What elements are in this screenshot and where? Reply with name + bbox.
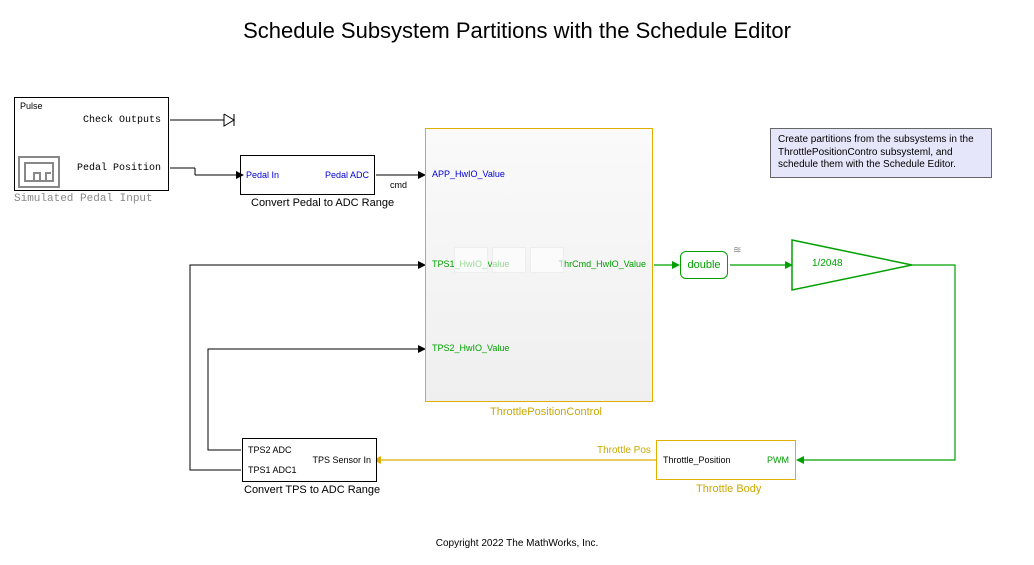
label-simulated-pedal-input: Simulated Pedal Input (14, 193, 153, 205)
ghost-box-1 (454, 247, 488, 273)
port-pedal-adc: Pedal ADC (325, 170, 369, 180)
port-pedal-in: Pedal In (246, 170, 279, 180)
port-throttle-position-out: Throttle_Position (663, 455, 731, 465)
port-tps2-adc: TPS2 ADC (248, 445, 292, 455)
double-cast-text: double (687, 259, 720, 271)
port-check-outputs: Check Outputs (83, 115, 161, 126)
block-double-cast[interactable]: double (680, 251, 728, 279)
port-tps1-adc1: TPS1 ADC1 (248, 465, 297, 475)
signal-log-icon: ≋ (733, 245, 741, 256)
signal-cmd: cmd (390, 180, 407, 190)
port-thrcmd-hwio: ThrCmd_HwIO_Value (559, 259, 646, 269)
block-throttle-body[interactable]: PWM Throttle_Position (656, 440, 796, 480)
port-tps-sensor-in: TPS Sensor In (312, 455, 371, 465)
label-convert-tps: Convert TPS to ADC Range (244, 484, 380, 496)
port-tps2-hwio: TPS2_HwIO_Value (432, 343, 509, 353)
ghost-box-2 (492, 247, 526, 273)
signal-throttle-pos: Throttle Pos (597, 445, 651, 456)
diagram-title: Schedule Subsystem Partitions with the S… (0, 18, 1034, 44)
port-app-hwio: APP_HwIO_Value (432, 169, 505, 179)
block-convert-pedal[interactable]: Pedal In Pedal ADC (240, 155, 375, 195)
copyright-footer: Copyright 2022 The MathWorks, Inc. (0, 538, 1034, 549)
label-throttle-body: Throttle Body (696, 483, 761, 495)
ghost-box-3 (530, 247, 564, 273)
label-throttle-control: ThrottlePositionControl (490, 406, 602, 418)
block-throttle-position-control[interactable]: APP_HwIO_Value TPS1_HwIO_Value TPS2_HwIO… (425, 128, 653, 402)
block-convert-tps[interactable]: TPS Sensor In TPS2 ADC TPS1 ADC1 (242, 438, 377, 482)
note-text: Create partitions from the subsystems in… (778, 134, 974, 170)
label-convert-pedal: Convert Pedal to ADC Range (251, 197, 394, 209)
block-simulated-pedal-input[interactable]: Pulse Check Outputs Pedal Position (14, 97, 169, 191)
port-pulse-label: Pulse (20, 101, 43, 111)
port-pedal-position: Pedal Position (77, 163, 161, 174)
pulse-mask-icon (18, 156, 60, 188)
port-pwm-in: PWM (767, 455, 789, 465)
note-box: Create partitions from the subsystems in… (770, 128, 992, 178)
gain-value: 1/2048 (812, 258, 843, 269)
